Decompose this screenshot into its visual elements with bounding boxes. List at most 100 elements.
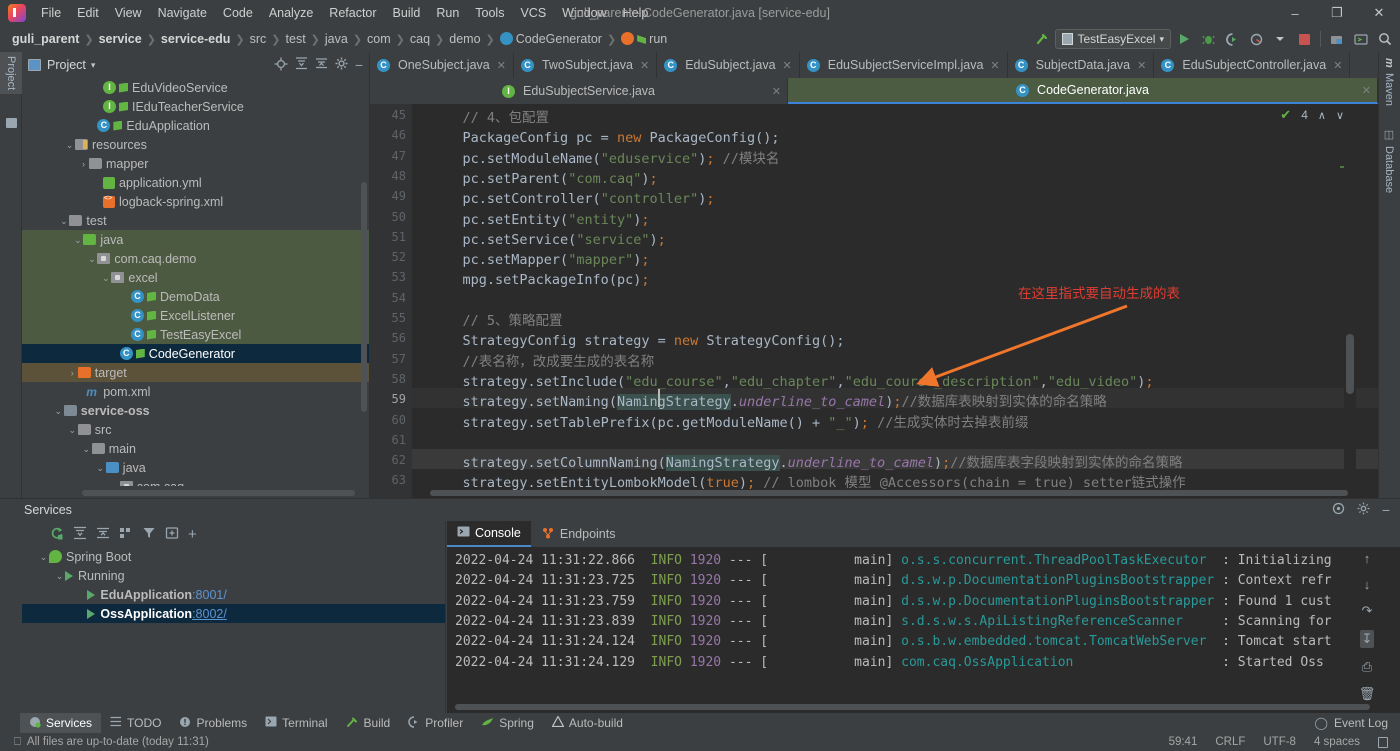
locate-icon[interactable] bbox=[274, 57, 288, 74]
soft-wrap-icon[interactable]: ↷ bbox=[1362, 603, 1373, 619]
service-port-link[interactable]: :8002/ bbox=[192, 607, 227, 621]
group-icon[interactable] bbox=[119, 526, 133, 543]
print-icon[interactable]: ⎙ bbox=[1362, 659, 1372, 675]
close-icon[interactable]: ✕ bbox=[497, 59, 506, 72]
settings-icon[interactable] bbox=[1357, 502, 1370, 518]
sidebar-item-project[interactable]: Project bbox=[0, 52, 22, 94]
tree-node-application-yml[interactable]: application.yml bbox=[22, 173, 369, 192]
breadcrumb-item-run[interactable]: run bbox=[617, 31, 671, 47]
menu-item-run[interactable]: Run bbox=[428, 3, 467, 23]
editor-tab-row-1[interactable]: COneSubject.java✕CTwoSubject.java✕CEduSu… bbox=[370, 52, 1378, 78]
inspection-widget[interactable]: ✔ 4 ∧ ∨ bbox=[1234, 104, 1344, 126]
tool-window-services[interactable]: Services bbox=[20, 713, 101, 733]
tree-node-demodata[interactable]: CDemoData bbox=[22, 287, 369, 306]
console-tab-row[interactable]: ConsoleEndpoints bbox=[447, 521, 1400, 547]
chevron-down-icon[interactable]: ⌄ bbox=[53, 409, 64, 413]
breadcrumb-item-guli-parent[interactable]: guli_parent bbox=[8, 31, 83, 47]
collapse-all-icon[interactable] bbox=[315, 57, 328, 73]
stop-icon[interactable] bbox=[1293, 28, 1315, 50]
tree-node-excellistener[interactable]: CExcelListener bbox=[22, 306, 369, 325]
breadcrumb-item-service-edu[interactable]: service-edu bbox=[157, 31, 234, 47]
chevron-down-icon[interactable]: ⌄ bbox=[100, 276, 111, 280]
editor-vertical-scrollbar[interactable] bbox=[1346, 334, 1354, 394]
sidebar-item-maven[interactable]: m Maven bbox=[1378, 54, 1400, 110]
editor-tab-edusubjectservice-java[interactable]: IEduSubjectService.java✕ bbox=[370, 78, 788, 104]
breadcrumb-item-caq[interactable]: caq bbox=[406, 31, 434, 47]
expand-all-icon[interactable] bbox=[73, 526, 87, 543]
breadcrumb-item-codegenerator[interactable]: CodeGenerator bbox=[496, 31, 606, 47]
tool-window-spring[interactable]: Spring bbox=[472, 713, 543, 733]
code-text[interactable]: // 4、包配置 PackageConfig pc = new PackageC… bbox=[430, 104, 1378, 498]
chevron-down-icon[interactable]: ⌄ bbox=[64, 143, 75, 147]
tool-window-build[interactable]: Build bbox=[337, 713, 400, 733]
event-log-area[interactable]: ◯ Event Log bbox=[1315, 716, 1400, 730]
expand-all-icon[interactable] bbox=[295, 57, 308, 73]
hide-icon[interactable]: − bbox=[355, 60, 363, 70]
indent-setting[interactable]: 4 spaces bbox=[1314, 736, 1360, 748]
chevron-down-icon[interactable]: ⌄ bbox=[67, 428, 78, 432]
tree-node-excel[interactable]: ⌄excel bbox=[22, 268, 369, 287]
menu-item-refactor[interactable]: Refactor bbox=[321, 3, 384, 23]
scroll-to-end-icon[interactable]: ↧ bbox=[1360, 630, 1375, 648]
service-node-running[interactable]: ⌄Running bbox=[22, 566, 445, 585]
filter-icon[interactable] bbox=[142, 526, 156, 543]
next-highlight-icon[interactable]: ∨ bbox=[1336, 109, 1344, 122]
debug-icon[interactable] bbox=[1197, 28, 1219, 50]
close-icon[interactable]: ✕ bbox=[772, 85, 781, 98]
search-everywhere-icon[interactable] bbox=[1374, 28, 1396, 50]
file-encoding[interactable]: UTF-8 bbox=[1263, 736, 1296, 748]
menu-item-vcs[interactable]: VCS bbox=[512, 3, 554, 23]
tree-node-test[interactable]: ⌄test bbox=[22, 211, 369, 230]
line-separator[interactable]: CRLF bbox=[1215, 736, 1245, 748]
project-tree-vertical-scrollbar[interactable] bbox=[361, 182, 367, 412]
editor-tab-edusubjectcontroller-java[interactable]: CEduSubjectController.java✕ bbox=[1154, 52, 1350, 78]
tree-node-main[interactable]: ⌄main bbox=[22, 439, 369, 458]
tree-node-codegenerator[interactable]: CCodeGenerator bbox=[22, 344, 369, 363]
tree-node-mapper[interactable]: ›mapper bbox=[22, 154, 369, 173]
menu-item-help[interactable]: Help bbox=[615, 3, 657, 23]
console-tab-console[interactable]: Console bbox=[447, 521, 531, 547]
breadcrumb-item-com[interactable]: com bbox=[363, 31, 395, 47]
tree-node-resources[interactable]: ⌄resources bbox=[22, 135, 369, 154]
tool-window-profiler[interactable]: Profiler bbox=[399, 713, 472, 733]
tree-node-java[interactable]: ⌄java bbox=[22, 230, 369, 249]
project-tree-horizontal-scrollbar[interactable] bbox=[82, 490, 355, 496]
chevron-down-icon[interactable]: ⌄ bbox=[54, 574, 65, 578]
updates-icon[interactable] bbox=[1326, 28, 1348, 50]
maximize-button[interactable]: ❐ bbox=[1316, 0, 1358, 26]
tree-node-logback-spring-xml[interactable]: logback-spring.xml bbox=[22, 192, 369, 211]
prev-highlight-icon[interactable]: ∧ bbox=[1318, 109, 1326, 122]
console-horizontal-scrollbar[interactable] bbox=[455, 704, 1370, 710]
breadcrumb-item-service[interactable]: service bbox=[95, 31, 146, 47]
terminal-icon[interactable] bbox=[1350, 28, 1372, 50]
close-icon[interactable]: ✕ bbox=[640, 59, 649, 72]
tree-node-java[interactable]: ⌄java bbox=[22, 458, 369, 477]
minimize-button[interactable]: – bbox=[1274, 0, 1316, 26]
breadcrumb-item-test[interactable]: test bbox=[282, 31, 310, 47]
editor-gutter[interactable]: 45464748495051525354555657585960616263 bbox=[370, 104, 412, 498]
tree-node-target[interactable]: ›target bbox=[22, 363, 369, 382]
editor-tab-subjectdata-java[interactable]: CSubjectData.java✕ bbox=[1008, 52, 1155, 78]
service-node-spring-boot[interactable]: ⌄Spring Boot bbox=[22, 547, 445, 566]
tree-node-pom-xml[interactable]: mpom.xml bbox=[22, 382, 369, 401]
chevron-right-icon[interactable]: › bbox=[67, 368, 78, 378]
services-tree[interactable]: ⌄Spring Boot⌄RunningEduApplication :8001… bbox=[22, 547, 445, 713]
scroll-down-icon[interactable]: ↓ bbox=[1364, 577, 1371, 592]
bottom-tool-window-bar[interactable]: ServicesTODOProblemsTerminalBuildProfile… bbox=[0, 713, 1400, 733]
tool-window-todo[interactable]: TODO bbox=[101, 713, 170, 733]
lock-icon[interactable] bbox=[1378, 737, 1388, 748]
editor-marker-gutter[interactable] bbox=[1344, 104, 1356, 498]
main-menu[interactable]: FileEditViewNavigateCodeAnalyzeRefactorB… bbox=[33, 3, 656, 23]
menu-item-build[interactable]: Build bbox=[385, 3, 429, 23]
rerun-icon[interactable] bbox=[50, 526, 64, 543]
chevron-down-icon[interactable]: ⌄ bbox=[109, 485, 120, 487]
editor-tab-onesubject-java[interactable]: COneSubject.java✕ bbox=[370, 52, 514, 78]
tree-node-testeasyexcel[interactable]: CTestEasyExcel bbox=[22, 325, 369, 344]
editor-horizontal-scrollbar[interactable] bbox=[430, 490, 1348, 496]
breadcrumb[interactable]: guli_parent❯service❯service-edu❯src❯test… bbox=[8, 31, 671, 47]
hammer-icon[interactable] bbox=[1031, 28, 1053, 50]
tree-node-eduapplication[interactable]: CEduApplication bbox=[22, 116, 369, 135]
menu-item-edit[interactable]: Edit bbox=[69, 3, 107, 23]
code-editor[interactable]: 45464748495051525354555657585960616263 /… bbox=[370, 104, 1378, 498]
close-icon[interactable]: ✕ bbox=[1362, 84, 1371, 97]
